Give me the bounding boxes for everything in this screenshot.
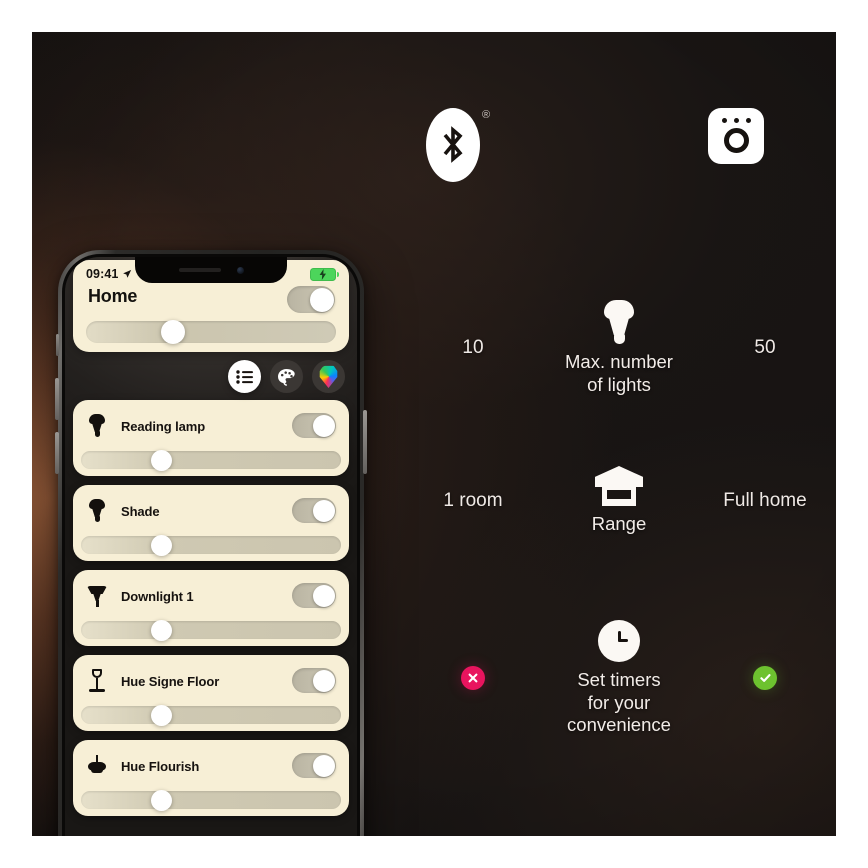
color-picker-button[interactable] (312, 360, 345, 393)
battery-charging-icon (310, 267, 339, 281)
light-brightness-slider[interactable] (81, 619, 341, 641)
phone-screen: 09:41 Home Reading lamp Shade Downlight … (65, 257, 357, 836)
house-icon (595, 466, 643, 506)
feature-comparison-column: ® 10 Max. number of lights 50 1 room Ran… (402, 32, 836, 836)
color-picker-icon (319, 365, 338, 388)
caption-line-1: Set timers (577, 669, 661, 690)
comparison-row-range: 1 room Range Full home (402, 466, 836, 536)
mode-button-group (228, 360, 345, 393)
list-item[interactable]: Reading lamp (73, 400, 349, 476)
bulb-icon (86, 414, 108, 438)
light-list: Reading lamp Shade Downlight 1 Hue Signe… (73, 400, 349, 836)
bluetooth-icon (426, 108, 480, 182)
power-button[interactable] (363, 410, 367, 474)
range-right-value: Full home (723, 489, 807, 511)
volume-up-button[interactable] (55, 378, 59, 420)
light-name: Hue Signe Floor (121, 673, 220, 689)
timers-left-status (402, 666, 544, 691)
home-brightness-slider[interactable] (86, 320, 336, 344)
toggle-knob (312, 499, 335, 522)
list-item[interactable]: Shade (73, 485, 349, 561)
light-toggle[interactable] (292, 413, 336, 438)
light-toggle[interactable] (292, 668, 336, 693)
max-lights-caption: Max. number of lights (565, 351, 673, 396)
floor-lamp-icon (86, 669, 108, 693)
caption-line-1: Range (591, 513, 647, 534)
hue-bridge-icon (708, 108, 764, 164)
cross-icon (461, 666, 485, 691)
list-item[interactable]: Downlight 1 (73, 570, 349, 646)
timers-center: Set timers for your convenience (544, 620, 694, 737)
technology-badges: ® (402, 104, 836, 194)
palette-icon (278, 368, 295, 386)
charging-bolt-icon (319, 268, 326, 280)
list-icon (235, 369, 253, 384)
max-lights-center: Max. number of lights (544, 300, 694, 396)
light-name: Hue Flourish (121, 758, 200, 774)
toggle-knob (312, 584, 335, 607)
caption-line-1: Max. number (565, 351, 673, 372)
phone-frame: 09:41 Home Reading lamp Shade Downlight … (55, 250, 367, 836)
bulb-icon (86, 499, 108, 523)
location-arrow-icon (123, 269, 132, 278)
range-caption: Range (592, 513, 647, 536)
light-name: Downlight 1 (121, 588, 194, 604)
slider-knob[interactable] (151, 619, 173, 641)
check-icon (753, 666, 777, 691)
light-name: Shade (121, 503, 160, 519)
scenes-button[interactable] (270, 360, 303, 393)
slider-knob[interactable] (151, 789, 173, 811)
home-master-toggle[interactable] (287, 286, 335, 313)
toggle-knob (312, 414, 335, 437)
timers-right-status (694, 666, 836, 691)
light-toggle[interactable] (292, 498, 336, 523)
list-view-button[interactable] (228, 360, 261, 393)
volume-down-button[interactable] (55, 432, 59, 474)
bridge-button-ring (723, 127, 749, 153)
light-brightness-slider[interactable] (81, 704, 341, 726)
front-camera (236, 266, 244, 274)
range-left-value: 1 room (443, 489, 503, 511)
comparison-row-max-lights: 10 Max. number of lights 50 (402, 300, 836, 396)
toggle-knob (309, 287, 334, 312)
light-name: Reading lamp (121, 418, 206, 434)
phone-notch (135, 257, 287, 283)
caption-line-2: of lights (587, 373, 651, 395)
max-lights-right-value: 50 (754, 337, 776, 359)
light-brightness-slider[interactable] (81, 449, 341, 471)
bluetooth-badge: ® (426, 104, 492, 188)
status-bar-left: 09:41 (86, 267, 132, 281)
light-brightness-slider[interactable] (81, 534, 341, 556)
earpiece-speaker (178, 268, 221, 272)
light-bulb-icon (604, 300, 634, 344)
list-item[interactable]: Hue Flourish (73, 740, 349, 816)
promo-scene: ® 10 Max. number of lights 50 1 room Ran… (32, 32, 836, 836)
toggle-knob (312, 754, 335, 777)
light-toggle[interactable] (292, 753, 336, 778)
mute-switch-button[interactable] (56, 334, 59, 356)
toggle-knob (312, 669, 335, 692)
registered-mark: ® (482, 109, 491, 121)
slider-knob[interactable] (161, 320, 185, 344)
comparison-row-timers: Set timers for your convenience (402, 620, 836, 737)
max-lights-left-value: 10 (462, 337, 484, 359)
downlight-icon (86, 584, 108, 608)
clock-icon (598, 620, 640, 662)
home-title: Home (88, 286, 138, 306)
phone-mockup: 09:41 Home Reading lamp Shade Downlight … (55, 250, 367, 836)
pendant-lamp-icon (86, 754, 108, 778)
range-center: Range (544, 466, 694, 536)
light-brightness-slider[interactable] (81, 789, 341, 811)
slider-knob[interactable] (151, 704, 173, 726)
bridge-indicator-dots (721, 117, 751, 123)
caption-line-3: convenience (567, 714, 671, 736)
status-bar-time: 09:41 (86, 267, 119, 281)
caption-line-2: for your (587, 691, 651, 713)
light-toggle[interactable] (292, 583, 336, 608)
timers-caption: Set timers for your convenience (567, 669, 671, 737)
list-item[interactable]: Hue Signe Floor (73, 655, 349, 731)
slider-knob[interactable] (151, 534, 173, 556)
slider-knob[interactable] (151, 449, 173, 471)
phone-bezel: 09:41 Home Reading lamp Shade Downlight … (62, 254, 360, 836)
